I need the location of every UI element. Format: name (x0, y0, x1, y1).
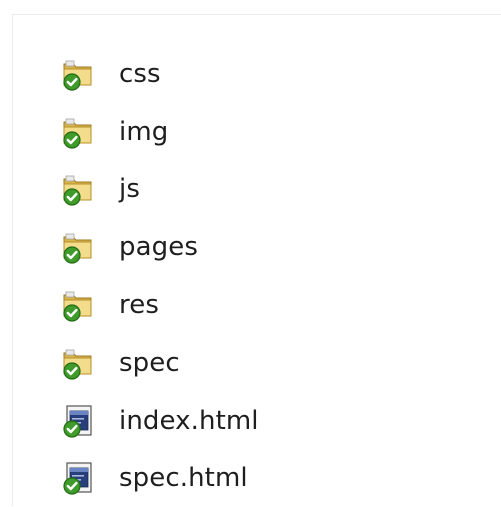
list-item-folder-css[interactable]: css (61, 45, 259, 103)
folder-synced-icon (63, 349, 92, 380)
html-file-synced-icon (63, 462, 92, 496)
item-name: index.html (119, 405, 259, 436)
folder-synced-icon (63, 60, 92, 91)
list-item-folder-img[interactable]: img (61, 103, 259, 161)
folder-synced-icon (63, 291, 92, 322)
explorer-pane: css img js pages res spec index.html spe… (12, 14, 501, 506)
list-item-folder-spec[interactable]: spec (61, 334, 259, 392)
item-name: css (119, 58, 161, 89)
item-name: js (119, 174, 140, 205)
item-name: pages (119, 232, 198, 263)
folder-synced-icon (63, 118, 92, 149)
html-file-synced-icon (63, 405, 92, 438)
list-item-folder-js[interactable]: js (61, 161, 259, 219)
folder-synced-icon (63, 233, 92, 264)
item-name: res (119, 290, 159, 321)
list-item-folder-pages[interactable]: pages (61, 218, 259, 276)
folder-synced-icon (63, 176, 92, 207)
item-name: spec (119, 347, 180, 378)
item-name: spec.html (119, 463, 248, 494)
list-item-folder-res[interactable]: res (61, 276, 259, 334)
file-list: css img js pages res spec index.html spe… (61, 45, 259, 507)
item-name: img (119, 116, 169, 147)
list-item-file-index-html[interactable]: index.html (61, 392, 259, 450)
list-item-file-spec-html[interactable]: spec.html (61, 450, 259, 507)
